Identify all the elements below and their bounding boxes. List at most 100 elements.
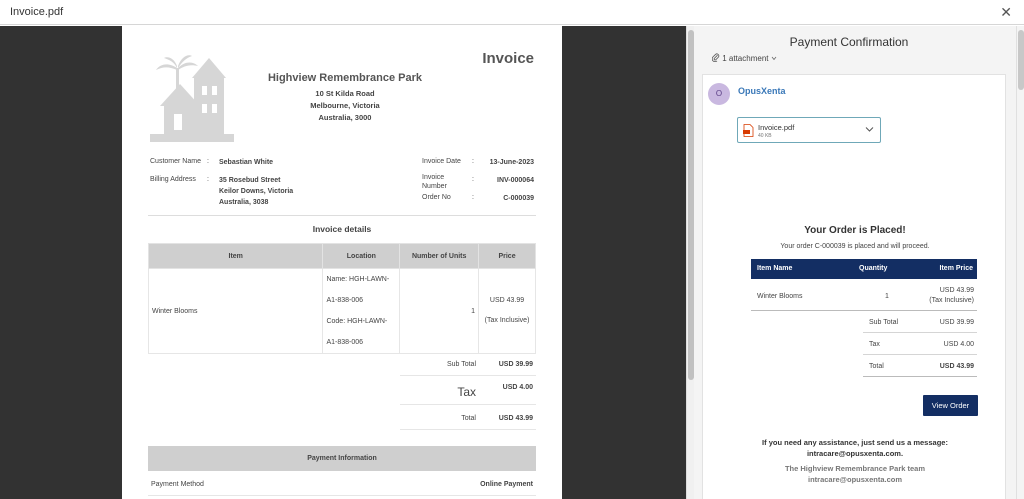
order-item-qty: 1 — [885, 293, 889, 300]
email-scrollbar[interactable] — [1016, 26, 1024, 499]
order-table-header: Item Name Quantity Item Price — [751, 259, 977, 279]
window-title: Invoice.pdf — [10, 6, 64, 18]
item-cell: Winter Blooms — [147, 268, 324, 354]
org-address-line: Melbourne, Victoria — [310, 101, 380, 110]
divider — [148, 215, 536, 216]
order-item-price-note: (Tax Inclusive) — [929, 297, 974, 304]
org-address-line: Australia, 3000 — [318, 113, 372, 122]
col-header-price: Price — [478, 243, 536, 269]
invoice-meta: Invoice Date : 13-June-2023 Invoice Numb… — [422, 158, 536, 218]
attachment-count-label: 1 attachment — [722, 54, 769, 63]
invoice-details-title: Invoice details — [312, 224, 372, 234]
location-line: Code: HGH-LAWN- — [326, 318, 388, 325]
invoice-totals: Sub Total USD 39.99 Tax USD 4.00 Total U… — [400, 354, 536, 434]
total-value: USD 43.99 — [498, 415, 533, 422]
col-header-item-name: Item Name — [757, 265, 793, 272]
tax-value: USD 4.00 — [502, 384, 533, 391]
sender-name[interactable]: OpusXenta — [738, 86, 786, 96]
attachment-file-name: Invoice.pdf — [758, 123, 795, 132]
order-total-row: Total USD 43.99 — [863, 356, 977, 377]
scroll-thumb[interactable] — [1018, 30, 1024, 90]
order-subtotal-row: Sub Total USD 39.99 — [863, 312, 977, 333]
help-text: If you need any assistance, just send us… — [703, 437, 1007, 459]
view-order-button[interactable]: View Order — [923, 395, 978, 416]
payment-info-header: Payment Information — [148, 446, 536, 471]
customer-name: Sebastian White — [219, 159, 274, 166]
order-total-value: USD 43.99 — [939, 363, 974, 370]
org-address-line: 10 St Kilda Road — [315, 89, 375, 98]
paperclip-icon — [711, 53, 720, 63]
avatar: O — [708, 83, 730, 105]
table-row: Winter Blooms Name: HGH-LAWN- A1-838-006… — [147, 268, 536, 354]
email-body-card: O OpusXenta Invoice.pdf 40 KB Your Order… — [702, 74, 1006, 499]
col-header-quantity: Quantity — [859, 265, 888, 272]
chevron-down-icon — [771, 56, 777, 61]
help-email[interactable]: intracare@opusxenta.com. — [703, 448, 1007, 459]
close-icon[interactable]: ✕ — [1000, 5, 1012, 19]
table-row: Winter Blooms 1 USD 43.99 (Tax Inclusive… — [751, 281, 977, 311]
subtotal-label: Sub Total — [446, 361, 476, 368]
payment-method-row: Payment Method Online Payment — [148, 474, 536, 496]
pdf-viewer[interactable]: Invoice Highview Remembrance Park 10 St … — [0, 26, 686, 499]
invoice-title: Invoice — [482, 50, 534, 67]
attachment-count[interactable]: 1 attachment — [711, 53, 777, 63]
park-logo-icon — [150, 55, 234, 142]
billing-address-line: Australia, 3038 — [219, 199, 269, 206]
colon: : — [472, 176, 474, 183]
pdf-file-icon — [743, 124, 754, 137]
org-name: Highview Remembrance Park — [267, 72, 423, 84]
order-no-label: Order No — [422, 194, 451, 201]
col-header-item-price: Item Price — [939, 265, 973, 272]
total-row: Total USD 43.99 — [400, 408, 536, 430]
total-label: Total — [461, 415, 476, 422]
billing-address-line: Keilor Downs, Victoria — [219, 188, 294, 195]
invoice-number: INV-000064 — [497, 177, 534, 184]
billing-address-line: 35 Rosebud Street — [219, 177, 281, 184]
help-line: If you need any assistance, just send us… — [762, 438, 948, 447]
location-line: A1-838-006 — [326, 339, 364, 346]
customer-meta: Customer Name : Sebastian White Billing … — [150, 158, 350, 218]
colon: : — [472, 194, 474, 201]
order-tax-row: Tax USD 4.00 — [863, 334, 977, 355]
order-item-name: Winter Blooms — [757, 293, 803, 300]
chevron-down-icon[interactable] — [865, 126, 874, 133]
order-subtotal-label: Sub Total — [869, 319, 899, 326]
order-tax-label: Tax — [869, 341, 880, 348]
email-pane: Payment Confirmation 1 attachment O Opus… — [694, 26, 1024, 499]
subtotal-value: USD 39.99 — [498, 361, 533, 368]
customer-name-label: Customer Name — [150, 158, 201, 165]
payment-method-label: Payment Method — [151, 481, 204, 488]
tax-row: Tax USD 4.00 — [400, 379, 536, 405]
payment-method-value: Online Payment — [480, 481, 533, 488]
order-placed-subheading: Your order C-000039 is placed and will p… — [780, 243, 930, 250]
order-item-price: USD 43.99 — [939, 287, 974, 294]
tax-label: Tax — [457, 385, 476, 399]
units-cell: 1 — [399, 268, 480, 354]
team-line: The Highview Remembrance Park team — [784, 464, 926, 473]
colon: : — [207, 176, 209, 183]
order-total-label: Total — [869, 363, 884, 370]
invoice-date-label: Invoice Date — [422, 158, 461, 165]
colon: : — [472, 158, 474, 165]
billing-address-label: Billing Address — [150, 176, 196, 183]
organization-block: Highview Remembrance Park 10 St Kilda Ro… — [252, 72, 438, 124]
order-no: C-000039 — [503, 195, 534, 202]
colon: : — [207, 158, 209, 165]
invoice-date: 13-June-2023 — [489, 159, 534, 166]
price-cell: USD 43.99 (Tax Inclusive) — [478, 268, 536, 354]
team-signature: The Highview Remembrance Park team intra… — [703, 463, 1007, 485]
email-subject: Payment Confirmation — [789, 35, 909, 49]
attachment-file-size: 40 KB — [758, 133, 772, 139]
pdf-scrollbar[interactable] — [686, 26, 694, 499]
invoice-items-table: Item Location Number of Units Price Wint… — [147, 243, 536, 354]
order-subtotal-value: USD 39.99 — [939, 319, 974, 326]
location-line: A1-838-006 — [326, 297, 364, 304]
attachment-file-card[interactable]: Invoice.pdf 40 KB — [737, 117, 881, 143]
invoice-number-label: Number — [422, 183, 447, 190]
price-value: USD 43.99 — [489, 297, 525, 304]
col-header-units: Number of Units — [399, 243, 480, 269]
col-header-location: Location — [322, 243, 401, 269]
team-email[interactable]: intracare@opusxenta.com — [703, 474, 1007, 485]
invoice-number-label: Invoice — [422, 174, 445, 181]
col-header-item: Item — [147, 243, 324, 269]
